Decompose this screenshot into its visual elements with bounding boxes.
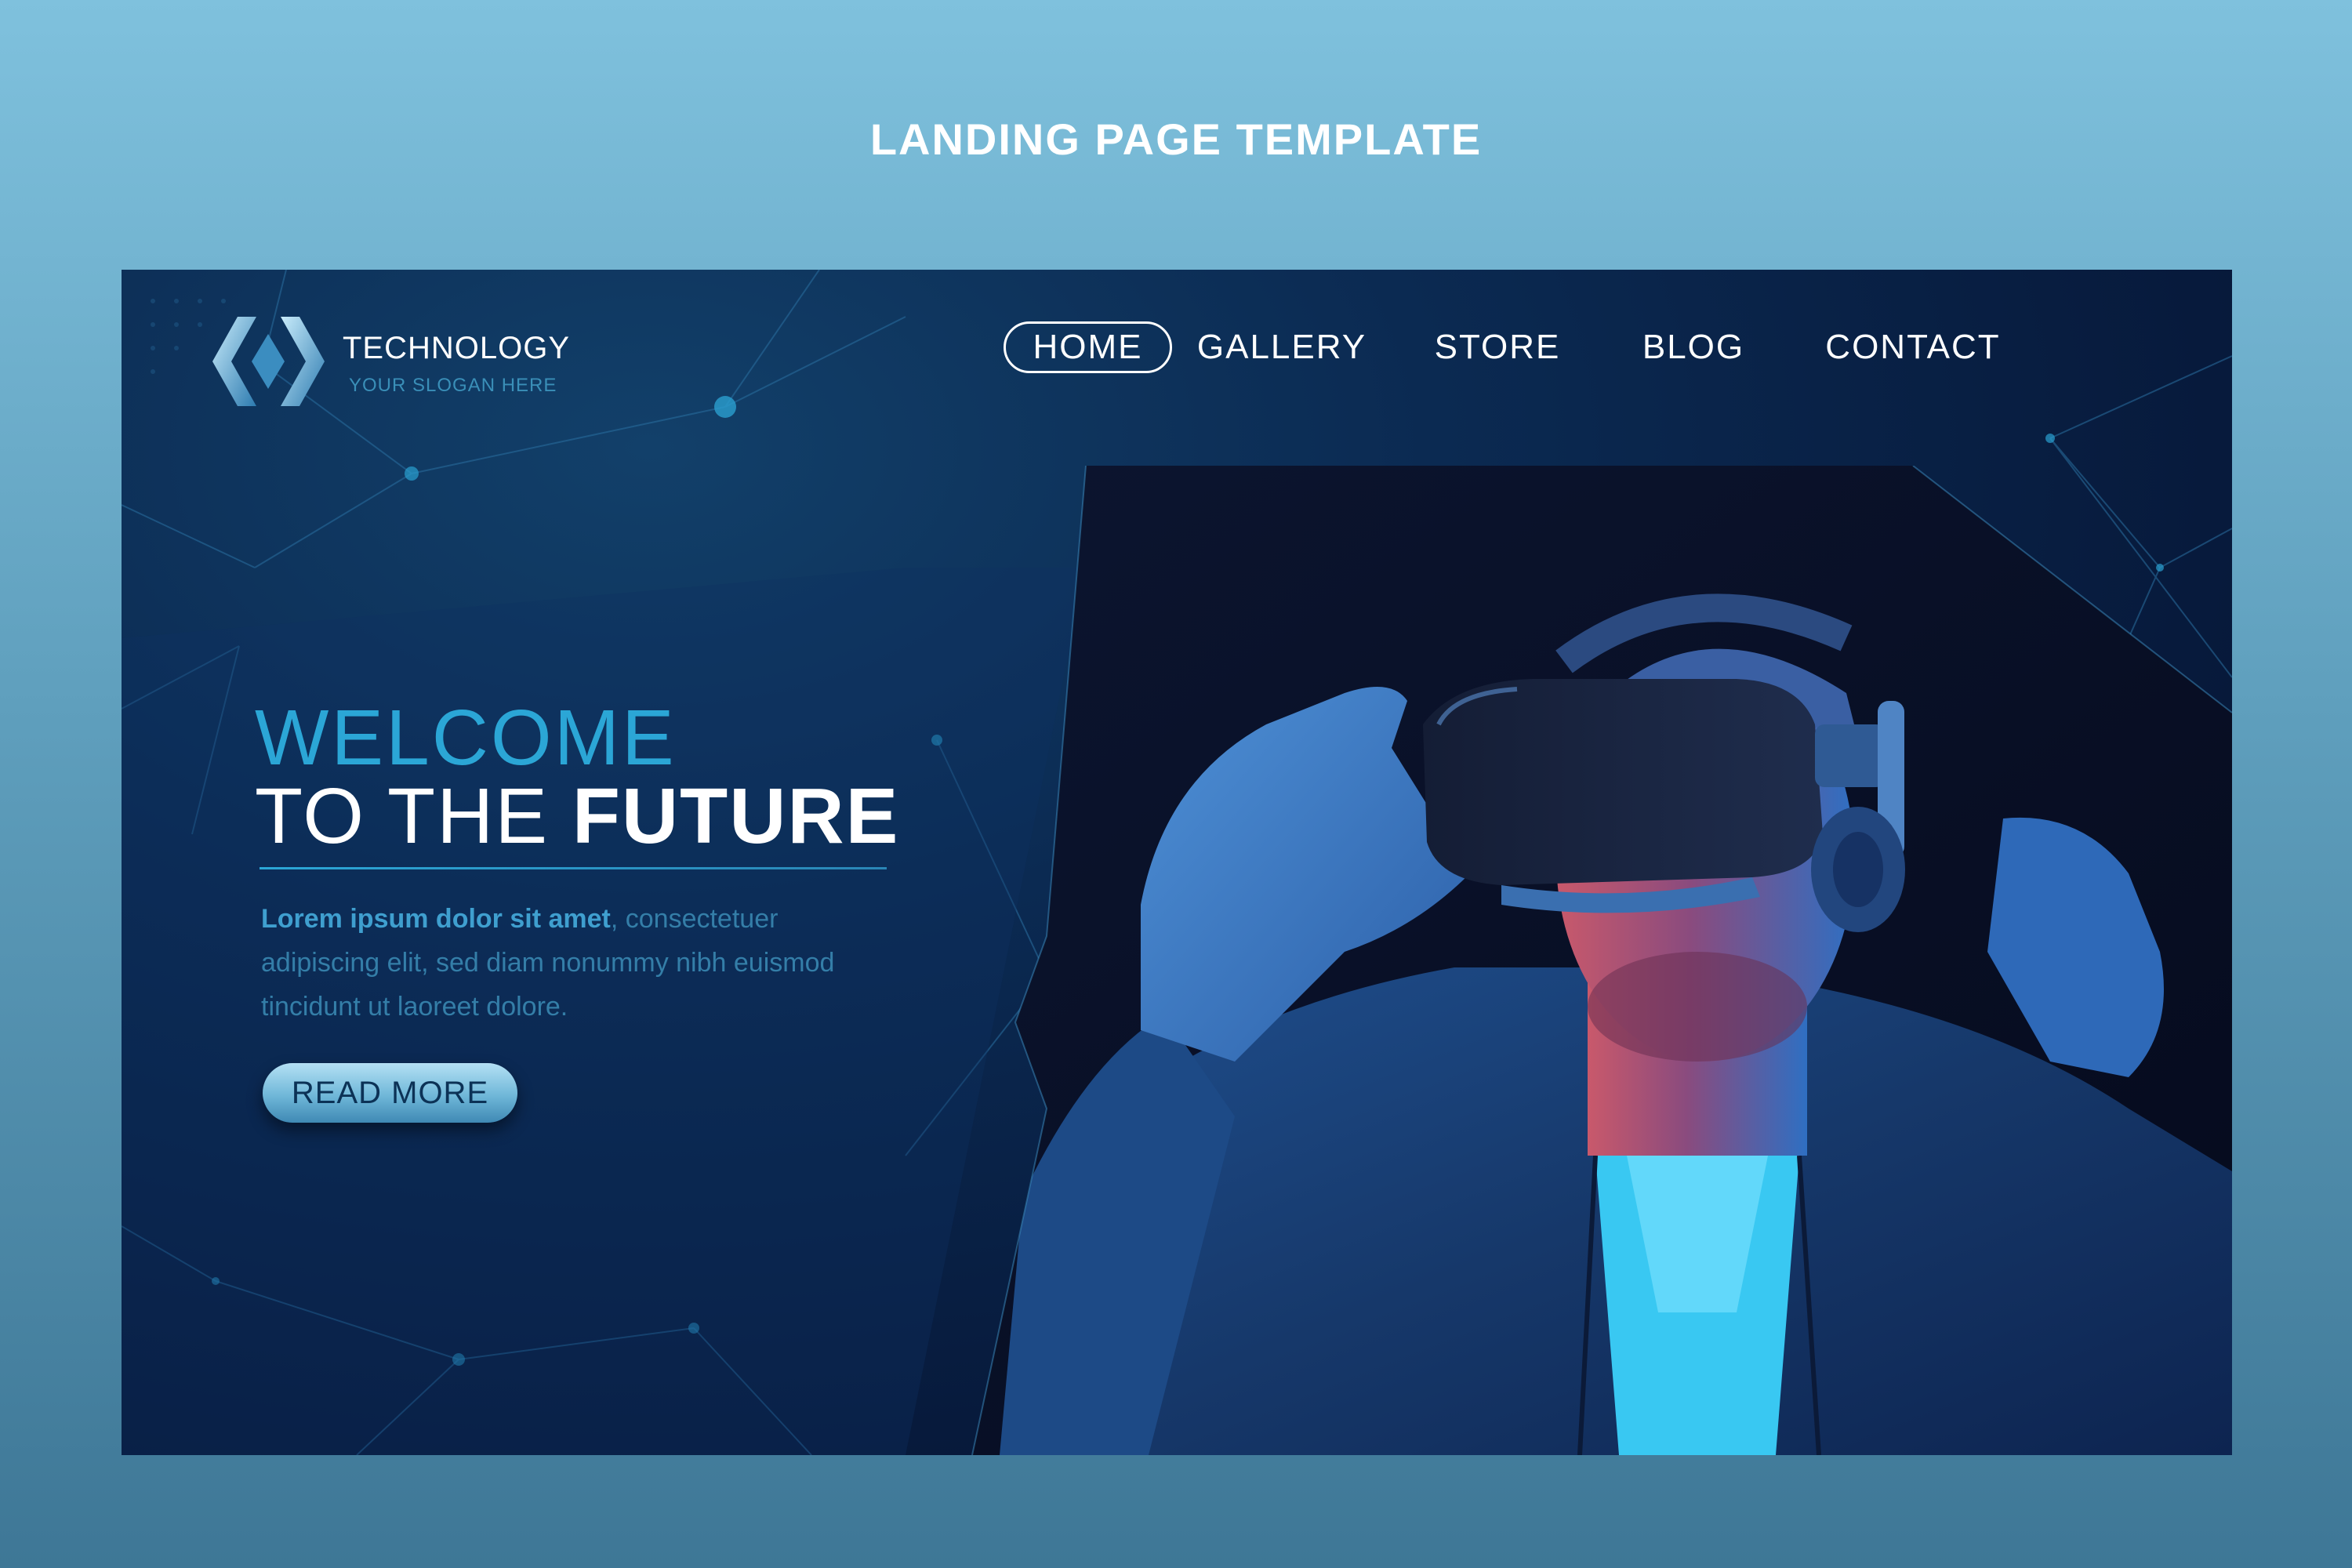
hero-title-line-1: WELCOME (255, 694, 677, 782)
nav-home[interactable]: HOME (1004, 321, 1172, 373)
nav-blog[interactable]: BLOG (1631, 321, 1756, 373)
hero-title-prefix: TO THE (255, 772, 572, 860)
landing-page-frame: TECHNOLOGY YOUR SLOGAN HERE HOME GALLERY… (122, 270, 2232, 1455)
brand-slogan: YOUR SLOGAN HERE (349, 375, 557, 396)
hero-description: Lorem ipsum dolor sit amet, consectetuer… (261, 897, 857, 1029)
read-more-button[interactable]: READ MORE (263, 1063, 517, 1123)
page-caption: LANDING PAGE TEMPLATE (869, 114, 1483, 164)
brand-name: TECHNOLOGY (343, 331, 571, 365)
nav-store[interactable]: STORE (1419, 321, 1576, 373)
hero-title-emphasis: FUTURE (572, 772, 900, 860)
hero-title-line-2: TO THE FUTURE (255, 771, 899, 862)
main-navigation: HOME GALLERY STORE BLOG CONTACT (1004, 321, 2195, 376)
hero-description-lead: Lorem ipsum dolor sit amet (261, 904, 611, 934)
hero-divider (260, 867, 887, 869)
nav-gallery[interactable]: GALLERY (1192, 321, 1372, 373)
hexagon-logo-icon (212, 317, 325, 406)
vr-headset-person-image (971, 466, 2232, 1455)
nav-contact[interactable]: CONTACT (1819, 321, 2007, 373)
brand-logo[interactable]: TECHNOLOGY YOUR SLOGAN HERE (208, 310, 592, 412)
